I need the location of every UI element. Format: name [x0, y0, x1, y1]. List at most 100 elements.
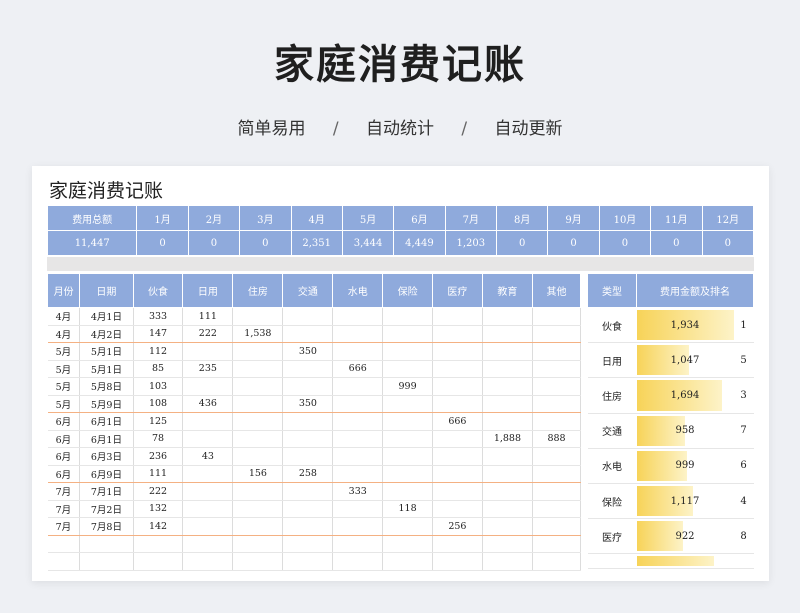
table-cell [282, 325, 334, 343]
table-cell [532, 482, 581, 501]
table-cell [182, 535, 234, 553]
amount-value: 1,934 [670, 319, 700, 331]
table-cell: 666 [332, 360, 384, 378]
table-cell: 222 [182, 325, 234, 343]
table-cell: 6月 [47, 412, 81, 431]
table-cell [432, 360, 483, 378]
monthly-value-cell: 0 [598, 230, 652, 256]
ranking-row: 交通 958 7 [587, 413, 754, 449]
amount-bar-cell: 1,047 [636, 342, 734, 379]
table-cell: 7月8日 [79, 517, 134, 536]
table-row: 6月 6月1日 78 1,888 888 [47, 430, 581, 448]
table-cell: 4月 [47, 325, 81, 343]
ranking-header-cell: 费用金额及排名 [636, 273, 754, 308]
table-row: 7月 7月8日 142 256 [47, 517, 581, 536]
table-cell [232, 552, 284, 571]
table-cell: 43 [182, 447, 234, 466]
amount-bar-cell: 958 [636, 413, 734, 449]
amount-bar-cell: 922 [636, 518, 734, 555]
table-cell: 6月 [47, 430, 81, 448]
table-row: 6月 6月3日 236 43 [47, 447, 581, 466]
table-cell [282, 307, 334, 326]
amount-bar-cell [636, 553, 734, 570]
table-cell [232, 377, 284, 396]
records-header-cell: 医疗 [432, 273, 483, 308]
table-cell [432, 342, 483, 361]
table-cell [532, 360, 581, 378]
amount-bar-cell: 1,934 [636, 307, 734, 344]
ranking-row [587, 553, 754, 570]
table-cell: 350 [282, 395, 334, 413]
table-cell: 5月 [47, 342, 81, 361]
table-cell [282, 412, 334, 431]
table-cell [432, 482, 483, 501]
table-cell [587, 553, 637, 570]
monthly-value-cell: 0 [239, 230, 292, 256]
category-label: 医疗 [587, 518, 637, 555]
table-cell [382, 517, 433, 536]
records-header-cell: 月份 [46, 273, 81, 308]
table-cell: 85 [133, 360, 184, 378]
table-cell [282, 360, 334, 378]
monthly-header-cell: 5月 [341, 205, 395, 231]
table-cell: 6月 [47, 447, 81, 466]
rank-value: 4 [733, 483, 754, 520]
table-cell [482, 517, 534, 536]
records-header-cell: 伙食 [132, 273, 184, 308]
table-cell: 6月1日 [79, 430, 134, 448]
records-header-cell: 住房 [232, 273, 284, 308]
table-row: 4月 4月1日 333 111 [47, 307, 581, 326]
table-cell [232, 482, 284, 501]
table-cell [182, 500, 234, 518]
ranking-row: 伙食 1,934 1 [587, 307, 754, 344]
rank-value: 7 [733, 413, 754, 449]
table-cell [482, 307, 534, 326]
table-cell [482, 325, 534, 343]
amount-value: 1,047 [670, 354, 700, 366]
table-cell [133, 552, 184, 571]
rank-value: 1 [733, 307, 754, 344]
table-cell [532, 412, 581, 431]
table-cell [532, 552, 581, 571]
monthly-value-cell: 0 [547, 230, 600, 256]
records-header-cell: 其他 [532, 273, 581, 308]
table-cell [432, 535, 483, 553]
monthly-value-cell: 0 [496, 230, 549, 256]
table-cell [232, 500, 284, 518]
table-cell [382, 482, 433, 501]
table-cell [532, 465, 581, 483]
table-cell [382, 395, 433, 413]
ranking-row: 水电 999 6 [587, 448, 754, 484]
table-row: 4月 4月2日 147 222 1,538 [47, 325, 581, 343]
data-bar [636, 556, 715, 567]
table-cell: 1,538 [232, 325, 284, 343]
rank-value: 5 [733, 342, 754, 379]
table-cell: 7月2日 [79, 500, 134, 518]
category-label: 交通 [587, 413, 637, 449]
table-cell [182, 430, 234, 448]
monthly-value-cell: 0 [136, 230, 189, 256]
category-label: 保险 [587, 483, 637, 520]
table-cell [382, 360, 433, 378]
monthly-summary-table: 费用总额 1月 2月 3月 4月 5月 6月 7月 8月 9月 10月 11月 12月 11,447 0 0… [46, 205, 755, 256]
monthly-header-cell: 8月 [496, 205, 549, 231]
table-cell: 222 [133, 482, 184, 501]
ranking-row: 保险 1,117 4 [587, 483, 754, 520]
table-cell: 5月1日 [79, 342, 134, 361]
table-cell [432, 447, 483, 466]
table-cell: 111 [182, 307, 234, 326]
table-cell: 4月1日 [79, 307, 134, 326]
amount-value: 1,117 [670, 495, 700, 507]
table-cell [79, 552, 134, 571]
feature-auto-stats: 自动统计 [366, 119, 434, 139]
table-cell [382, 447, 433, 466]
monthly-value-cell: 2,351 [290, 230, 343, 256]
table-cell [332, 325, 384, 343]
table-row: 6月 6月1日 125 666 [47, 412, 581, 431]
table-cell: 256 [432, 517, 483, 536]
monthly-values-row: 11,447 0 0 0 2,351 3,444 4,449 1,203 0 0 0 0 0 [46, 230, 755, 256]
table-cell [332, 430, 384, 448]
records-header-cell: 水电 [332, 273, 384, 308]
table-cell [482, 377, 534, 396]
table-cell: 5月9日 [79, 395, 134, 413]
